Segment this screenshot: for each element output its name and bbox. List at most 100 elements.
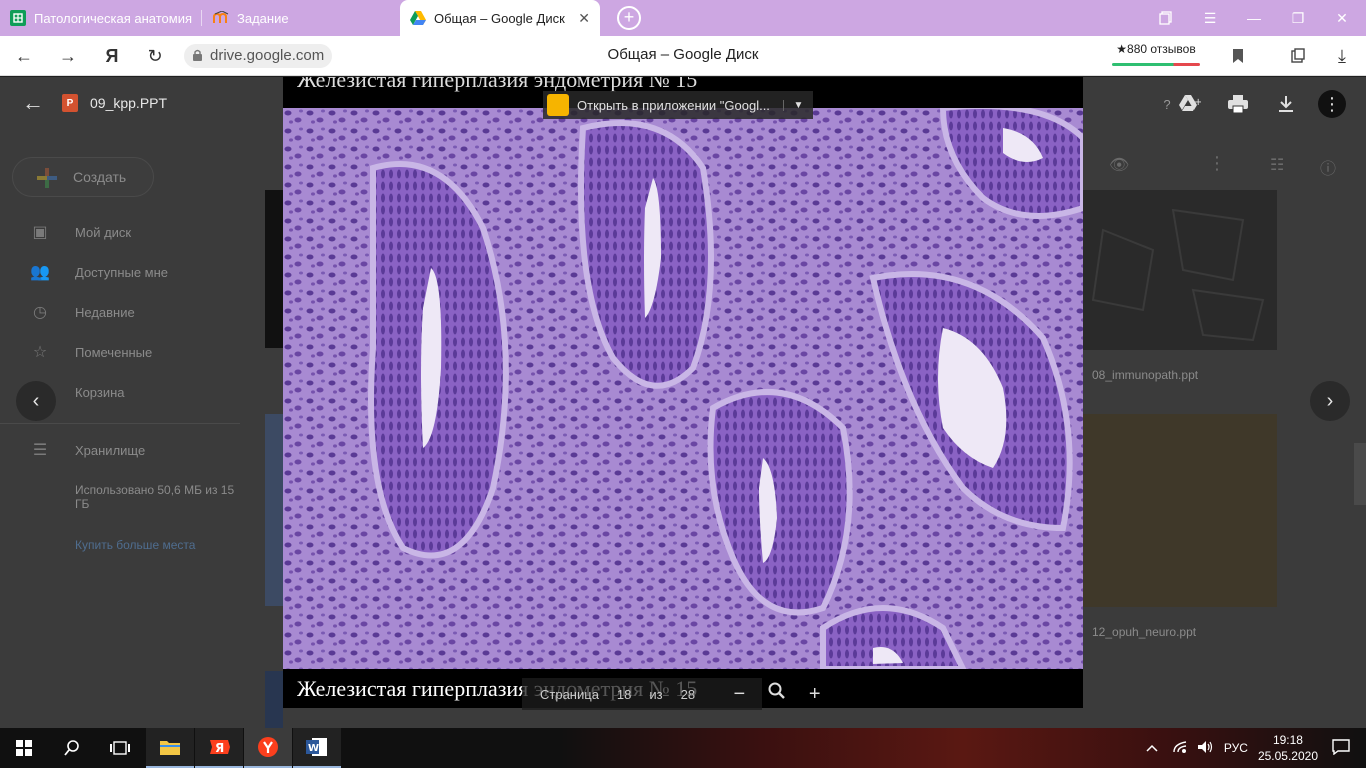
page-current[interactable]: 18 <box>617 687 631 702</box>
reviews-badge[interactable]: ★880 отзывов <box>1110 42 1202 68</box>
list-view-icon[interactable]: ☷ <box>1270 155 1284 175</box>
slides-app-icon <box>547 94 569 116</box>
page-label: Страница <box>540 686 599 702</box>
windows-taskbar: Я W РУС 19:18 25.05.2020 <box>0 728 1366 768</box>
task-view-icon[interactable] <box>96 728 144 768</box>
page-title: Общая – Google Диск <box>607 46 759 63</box>
reviews-text: ★880 отзывов <box>1116 42 1196 56</box>
svg-text:Я: Я <box>215 741 224 755</box>
nav-starred[interactable]: ☆ Помеченные <box>30 332 152 372</box>
zoom-controls: − + <box>722 680 832 708</box>
notifications-icon[interactable] <box>1332 738 1350 758</box>
lock-icon <box>193 49 202 61</box>
nav-label: Помеченные <box>75 344 153 360</box>
chevron-up-icon[interactable] <box>1146 741 1158 755</box>
viewer-filename: 09_kpp.PPT <box>90 95 168 111</box>
slide-image: Железистая гиперплазия эндометрия № 15 Ж… <box>283 77 1083 708</box>
viewer-file-title: P 09_kpp.PPT <box>62 94 167 112</box>
create-button[interactable]: Создать <box>12 157 154 197</box>
back-arrow-icon[interactable]: ← <box>12 44 36 68</box>
yandex-browser-icon[interactable]: Я <box>195 728 243 768</box>
file-explorer-icon[interactable] <box>146 728 194 768</box>
scrollbar-thumb[interactable] <box>1354 443 1366 505</box>
tab-assignment[interactable]: Задание <box>203 0 398 36</box>
new-tab-button[interactable]: + <box>617 6 641 30</box>
viewer-back-arrow-icon[interactable]: ← <box>22 92 46 116</box>
collections-icon[interactable] <box>1286 44 1310 68</box>
nav-storage[interactable]: ☰ Хранилище <box>30 430 145 470</box>
open-with-button[interactable]: Открыть в приложении "Googl... ▼ <box>543 91 813 119</box>
reload-icon[interactable]: ↻ <box>143 44 167 68</box>
close-window-icon[interactable]: ✕ <box>1320 0 1364 36</box>
download-icon[interactable] <box>1274 92 1298 116</box>
people-icon: 👥 <box>30 264 50 281</box>
tab-title: Задание <box>237 10 289 26</box>
tabs-overview-icon[interactable] <box>1144 0 1188 36</box>
clock[interactable]: 19:18 25.05.2020 <box>1258 732 1318 764</box>
speaker-icon[interactable] <box>1197 740 1214 757</box>
windows-start-icon[interactable] <box>0 728 48 768</box>
language-indicator[interactable]: РУС <box>1224 741 1248 755</box>
zoom-out-icon[interactable]: − <box>733 683 745 706</box>
svg-text:+: + <box>1194 97 1201 108</box>
file-thumbnail[interactable] <box>1083 190 1277 350</box>
network-icon[interactable] <box>1172 740 1188 757</box>
close-tab-icon[interactable]: ✕ <box>578 10 590 27</box>
file-thumbnail[interactable] <box>1083 414 1277 607</box>
chevron-down-icon[interactable]: ▼ <box>783 99 813 111</box>
yandex-logo-icon[interactable]: Я <box>100 44 124 68</box>
nav-label: Мой диск <box>75 224 132 240</box>
nav-label: Корзина <box>75 384 125 400</box>
sheets-icon <box>10 10 26 26</box>
help-icon[interactable]: ? <box>1155 92 1179 116</box>
info-icon[interactable]: ⓘ <box>1320 155 1336 179</box>
moodle-icon <box>213 10 229 26</box>
print-icon[interactable] <box>1226 92 1250 116</box>
clock-date: 25.05.2020 <box>1257 749 1318 763</box>
zoom-icon[interactable] <box>768 682 786 706</box>
file-name[interactable]: 12_opuh_neuro.ppt <box>1092 625 1196 639</box>
minimize-icon[interactable]: — <box>1232 0 1276 36</box>
clock-icon: ◷ <box>33 304 47 321</box>
drive-folder-icon: ▣ <box>32 224 48 241</box>
storage-used: Использовано 50,6 МБ из 15 ГБ <box>75 483 235 511</box>
tab-title: Патологическая анатомия <box>34 10 192 26</box>
download-icon[interactable]: ⤓ <box>1330 44 1354 68</box>
url-field[interactable]: drive.google.com <box>184 44 333 68</box>
system-tray: РУС 19:18 25.05.2020 <box>1146 728 1366 768</box>
file-name[interactable]: 08_immunopath.ppt <box>1092 368 1198 382</box>
page-total: 28 <box>680 686 696 702</box>
plus-icon <box>37 168 57 188</box>
tab-google-drive[interactable]: Общая – Google Диск ✕ <box>400 0 600 36</box>
more-vert-icon[interactable]: ⋮ <box>1208 153 1226 174</box>
nav-shared[interactable]: 👥 Доступные мне <box>30 252 168 292</box>
tab-title: Общая – Google Диск <box>434 10 565 26</box>
add-to-drive-icon[interactable]: + <box>1178 92 1202 116</box>
yandex-icon[interactable] <box>244 728 292 768</box>
search-icon[interactable] <box>48 728 96 768</box>
nav-label: Доступные мне <box>75 264 169 280</box>
storage-label: Хранилище <box>75 442 146 458</box>
menu-icon[interactable]: ☰ <box>1188 0 1232 36</box>
bookmark-icon[interactable] <box>1226 44 1250 68</box>
more-options-icon[interactable]: ⋮ <box>1318 90 1346 118</box>
rating-bar <box>1112 63 1200 66</box>
nav-label: Недавние <box>75 304 135 320</box>
clock-time: 19:18 <box>1272 733 1303 747</box>
word-icon[interactable]: W <box>293 728 341 768</box>
page-of: из <box>649 686 663 702</box>
create-label: Создать <box>73 169 127 185</box>
previous-file-arrow-icon[interactable]: ‹ <box>16 381 56 421</box>
preview-icon[interactable]: 👁 <box>1109 155 1129 175</box>
forward-arrow-icon[interactable]: → <box>56 44 80 68</box>
restore-icon[interactable]: ❐ <box>1276 0 1320 36</box>
tab-pathology[interactable]: Патологическая анатомия <box>0 0 200 36</box>
nav-recent[interactable]: ◷ Недавние <box>30 292 135 332</box>
nav-my-drive[interactable]: ▣ Мой диск <box>30 212 131 252</box>
zoom-in-icon[interactable]: + <box>809 683 821 706</box>
google-drive-icon <box>410 10 426 26</box>
browser-tab-strip: Патологическая анатомия Задание Общая – … <box>0 0 1366 36</box>
buy-storage-link[interactable]: Купить больше места <box>75 538 195 552</box>
next-file-arrow-icon[interactable]: › <box>1310 381 1350 421</box>
powerpoint-file-icon: P <box>62 94 78 112</box>
